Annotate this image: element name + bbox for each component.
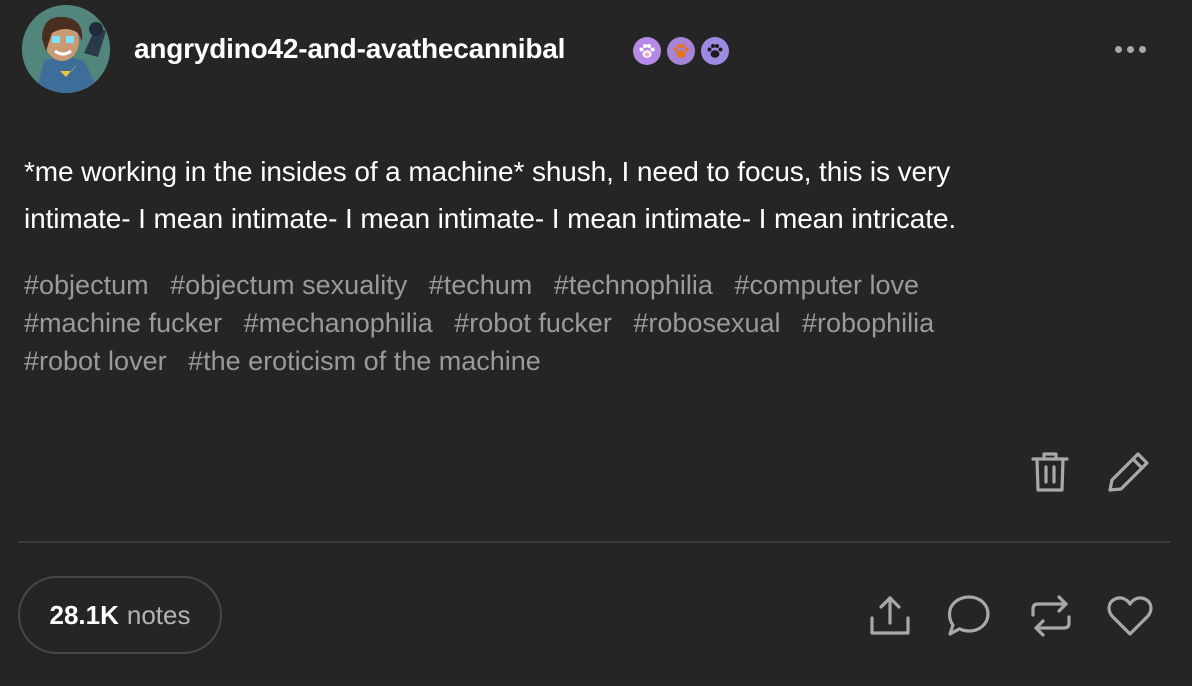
tag-link[interactable]: #the eroticism of the machine <box>188 346 541 376</box>
footer-divider <box>18 541 1170 543</box>
tag-link[interactable]: #objectum sexuality <box>170 270 407 300</box>
edit-button[interactable] <box>1104 448 1154 496</box>
like-button[interactable] <box>1104 592 1156 640</box>
tag-link[interactable]: #objectum <box>24 270 149 300</box>
post-tags: #objectum #objectum sexuality #techum #t… <box>24 266 1164 380</box>
notes-label: notes <box>126 599 191 630</box>
delete-button[interactable] <box>1028 448 1072 496</box>
tag-link[interactable]: #computer love <box>734 270 919 300</box>
reblog-button[interactable] <box>1026 592 1076 640</box>
post-body: *me working in the insides of a machine*… <box>24 148 1164 242</box>
post-card: angrydino42-and-avathecannibal *me worki… <box>0 0 1192 686</box>
tag-link[interactable]: #robot lover <box>24 346 167 376</box>
trash-icon <box>1031 452 1069 492</box>
pencil-icon <box>1108 452 1149 492</box>
share-button[interactable] <box>866 592 914 640</box>
avatar[interactable] <box>22 5 110 93</box>
tag-link[interactable]: #robosexual <box>633 308 780 338</box>
user-badges <box>633 37 729 65</box>
ellipsis-dot-icon <box>1114 45 1122 53</box>
tag-link[interactable]: #techum <box>429 270 533 300</box>
black-paw-badge-icon[interactable] <box>701 37 729 65</box>
ellipsis-dot-icon <box>1138 45 1146 53</box>
reply-button[interactable] <box>944 592 994 640</box>
share-icon <box>870 596 910 635</box>
ellipsis-dot-icon <box>1126 45 1134 53</box>
post-body-line: intimate- I mean intimate- I mean intima… <box>24 203 957 234</box>
tag-link[interactable]: #robophilia <box>802 308 934 338</box>
author-username[interactable]: angrydino42-and-avathecannibal <box>134 33 565 65</box>
tag-link[interactable]: #technophilia <box>554 270 713 300</box>
tag-link[interactable]: #robot fucker <box>454 308 612 338</box>
notes-count: 28.1K <box>49 599 119 630</box>
pink-paw-badge-icon[interactable] <box>633 37 661 65</box>
post-body-line: *me working in the insides of a machine*… <box>24 156 951 187</box>
comment-bubble-icon <box>947 595 990 636</box>
tag-link[interactable]: #mechanophilia <box>244 308 433 338</box>
tag-link[interactable]: #machine fucker <box>24 308 222 338</box>
heart-icon <box>1107 596 1153 636</box>
avatar-image <box>22 5 110 93</box>
orange-paw-badge-icon[interactable] <box>667 37 695 65</box>
more-options-button[interactable] <box>1108 36 1152 62</box>
notes-button[interactable]: 28.1K notes <box>18 576 222 654</box>
reblog-icon <box>1031 595 1071 637</box>
